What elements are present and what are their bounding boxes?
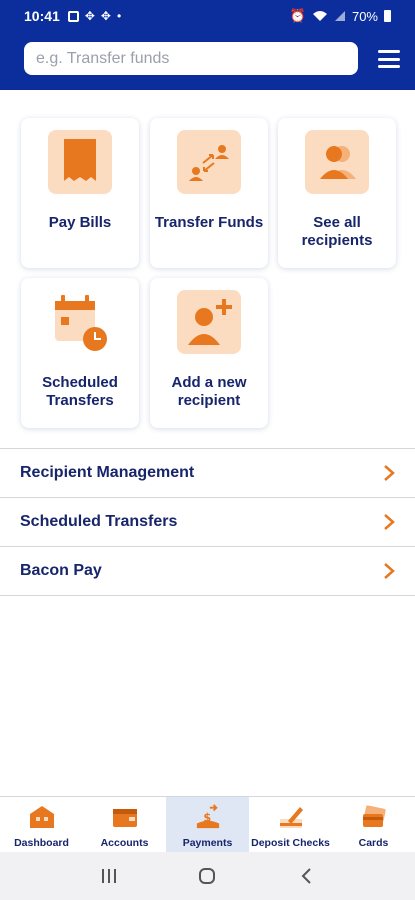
tile-label: Transfer Funds <box>154 214 264 231</box>
nav-cards[interactable]: Cards <box>332 797 415 852</box>
search-input[interactable] <box>24 42 358 75</box>
tile-scheduled-transfers[interactable]: Scheduled Transfers <box>21 278 139 428</box>
home-icon[interactable] <box>187 861 227 891</box>
gallery-icon <box>67 10 79 22</box>
battery-icon <box>384 10 391 22</box>
chevron-right-icon <box>384 514 395 530</box>
hamburger-menu-icon[interactable] <box>378 50 400 68</box>
tile-see-all-recipients[interactable]: See all recipients <box>278 118 396 268</box>
tile-add-new-recipient[interactable]: Add a new recipient <box>150 278 268 428</box>
wifi-icon <box>312 11 327 21</box>
cards-icon <box>361 804 387 830</box>
svg-text:$: $ <box>203 812 211 825</box>
tile-label: Scheduled Transfers <box>42 374 118 409</box>
nav-label: Deposit Checks <box>251 837 330 849</box>
nav-accounts[interactable]: Accounts <box>83 797 166 852</box>
pinwheel-icon: ✥ <box>84 9 95 23</box>
alarm-icon: ⏰ <box>289 8 306 23</box>
tile-transfer-funds[interactable]: Transfer Funds <box>150 118 268 268</box>
system-navigation-bar <box>0 852 415 900</box>
notification-icons: ✥ ✥ • <box>67 9 122 23</box>
payment-icon: $ <box>195 804 221 830</box>
battery-level: 70% <box>351 8 378 24</box>
add-person-icon <box>177 290 241 354</box>
tile-label: Add a new recipient <box>171 374 247 409</box>
receipt-icon <box>48 130 112 194</box>
list-item-scheduled-transfers[interactable]: Scheduled Transfers <box>0 498 415 547</box>
check-pen-icon <box>278 804 304 830</box>
wallet-icon <box>112 804 138 830</box>
nav-label: Dashboard <box>14 837 69 849</box>
status-time: 10:41 <box>24 8 60 24</box>
status-right: ⏰ 70% <box>290 8 391 24</box>
nav-label: Payments <box>182 837 233 849</box>
bottom-navigation: Dashboard Accounts $ Payments Deposit Ch… <box>0 796 415 852</box>
status-bar: 10:41 ✥ ✥ • ⏰ 70% <box>0 0 415 32</box>
nav-label: Cards <box>358 837 389 849</box>
transfer-people-icon <box>177 130 241 194</box>
chevron-right-icon <box>384 465 395 481</box>
list-item-label: Bacon Pay <box>20 562 102 579</box>
app-header <box>0 32 415 90</box>
calendar-clock-icon <box>48 290 112 354</box>
chevron-right-icon <box>384 563 395 579</box>
back-icon[interactable] <box>286 861 326 891</box>
nav-label: Accounts <box>100 837 149 849</box>
payments-menu-list: Recipient Management Scheduled Transfers… <box>0 448 415 596</box>
nav-payments[interactable]: $ Payments <box>166 797 249 852</box>
nav-dashboard[interactable]: Dashboard <box>0 797 83 852</box>
recipients-icon <box>305 130 369 194</box>
dot-icon: • <box>116 9 122 23</box>
tile-pay-bills[interactable]: Pay Bills <box>21 118 139 268</box>
pinwheel-icon-2: ✥ <box>100 9 111 23</box>
list-item-recipient-management[interactable]: Recipient Management <box>0 449 415 498</box>
nav-deposit-checks[interactable]: Deposit Checks <box>249 797 332 852</box>
tile-label: Pay Bills <box>48 214 112 231</box>
list-item-label: Scheduled Transfers <box>20 513 178 530</box>
tile-label: See all recipients <box>301 214 373 249</box>
recent-apps-icon[interactable] <box>89 861 129 891</box>
signal-icon <box>334 11 345 21</box>
bank-icon <box>29 804 55 830</box>
list-item-bacon-pay[interactable]: Bacon Pay <box>0 547 415 596</box>
list-item-label: Recipient Management <box>20 464 195 481</box>
